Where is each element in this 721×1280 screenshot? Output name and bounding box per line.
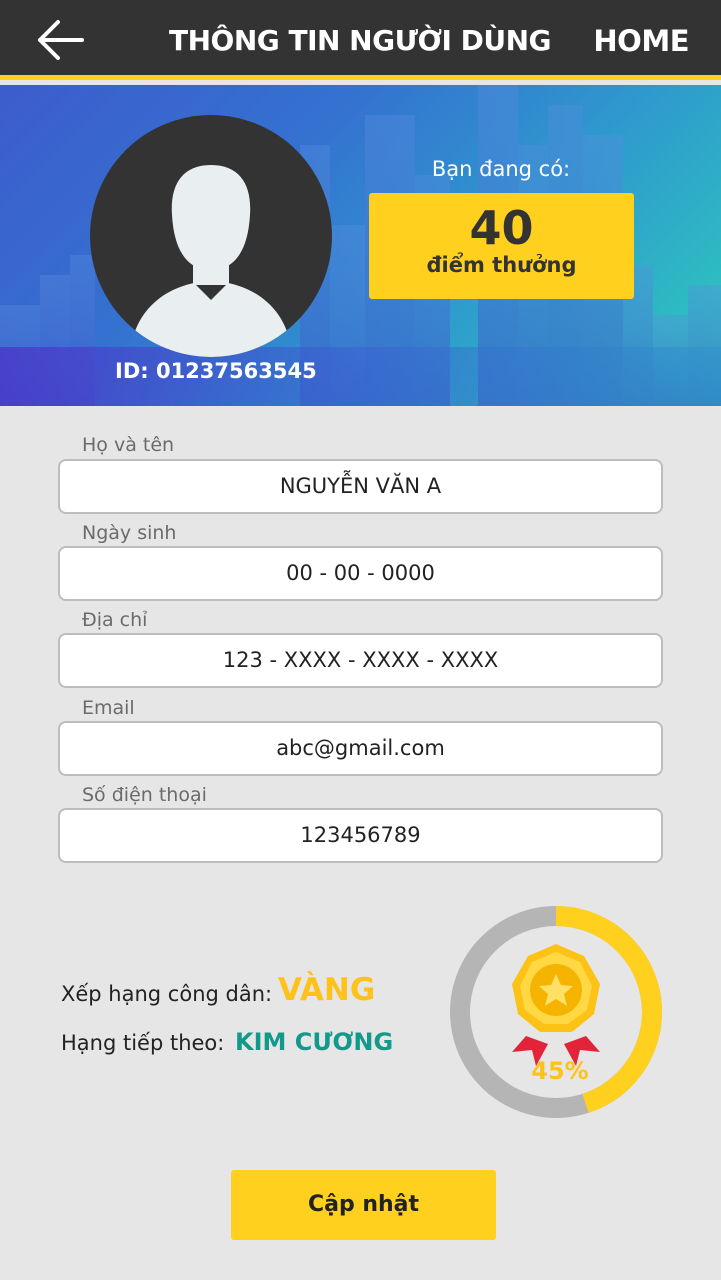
page-title: THÔNG TIN NGƯỜI DÙNG — [168, 24, 552, 57]
points-box: 40 điểm thưởng — [369, 193, 634, 299]
next-rank-label: Hạng tiếp theo: — [61, 1031, 225, 1055]
avatar[interactable] — [90, 115, 332, 357]
update-button[interactable]: Cập nhật — [231, 1170, 496, 1240]
back-button[interactable] — [34, 18, 88, 62]
current-rank-label: Xếp hạng công dân: — [61, 982, 273, 1006]
user-silhouette-icon — [130, 165, 292, 357]
points-unit: điểm thưởng — [426, 253, 577, 277]
points-value: 40 — [469, 201, 534, 255]
home-button[interactable]: HOME — [593, 0, 689, 80]
star-medal-icon — [512, 944, 600, 1066]
profile-banner: ID: 01237563545 Bạn đang có: 40 điểm thư… — [0, 85, 721, 406]
progress-percent-text: 45% — [531, 1057, 589, 1085]
arrow-left-icon — [38, 20, 84, 60]
rank-progress-ring — [450, 906, 662, 1118]
address-field[interactable]: 123 - XXXX - XXXX - XXXX — [58, 633, 663, 688]
next-rank-value: KIM CƯƠNG — [235, 1028, 394, 1056]
field-label-fullname: Họ và tên — [82, 434, 175, 456]
app-header: THÔNG TIN NGƯỜI DÙNG HOME — [0, 0, 721, 80]
field-label-address: Địa chỉ — [82, 609, 148, 631]
points-caption: Bạn đang có: — [431, 157, 571, 181]
phone-field[interactable]: 123456789 — [58, 808, 663, 863]
field-label-phone: Số điện thoại — [82, 784, 207, 806]
field-label-email: Email — [82, 697, 135, 719]
fullname-field[interactable]: NGUYỄN VĂN A — [58, 459, 663, 514]
current-rank-value: VÀNG — [278, 972, 376, 1008]
email-field[interactable]: abc@gmail.com — [58, 721, 663, 776]
birthdate-field[interactable]: 00 - 00 - 0000 — [58, 546, 663, 601]
field-label-birthdate: Ngày sinh — [82, 522, 177, 544]
user-id-text: ID: 01237563545 — [115, 359, 317, 383]
